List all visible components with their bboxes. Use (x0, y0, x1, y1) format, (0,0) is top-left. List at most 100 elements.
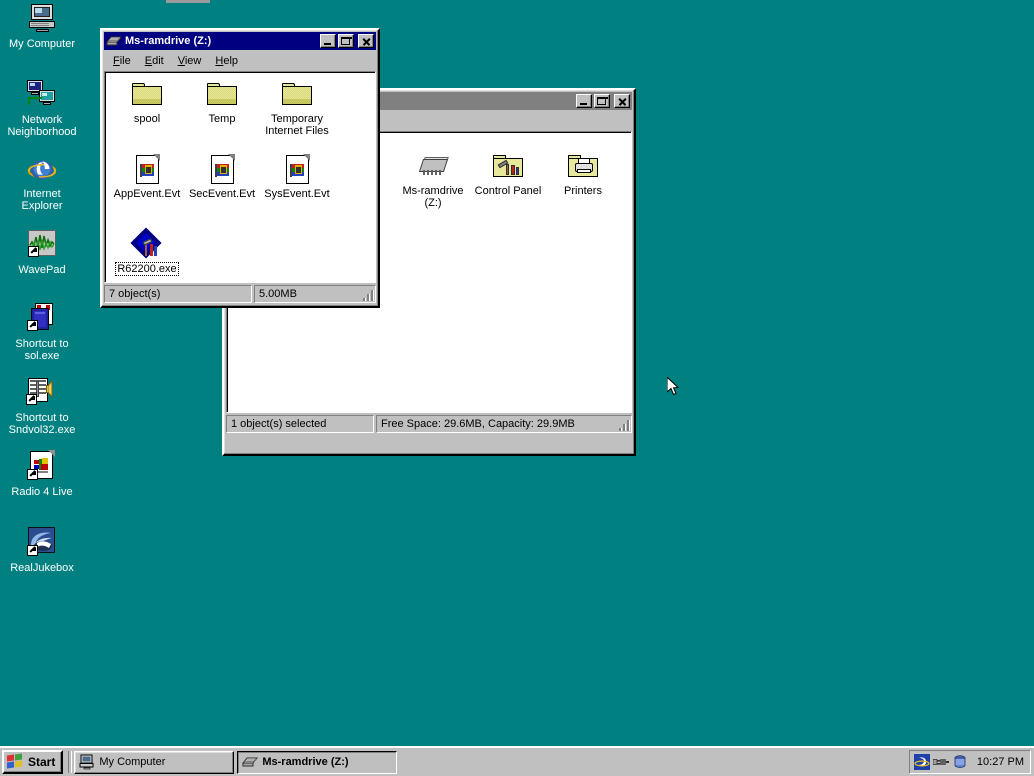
ms-ramdrive-window[interactable]: Ms-ramdrive (Z:) File Edit View Help spo… (100, 28, 380, 308)
item-label: SysEvent.Evt (264, 188, 330, 200)
desktop-icon-label: WavePad (18, 264, 66, 276)
start-button-label: Start (28, 755, 56, 769)
solitaire-icon (26, 302, 58, 334)
screen-top-strip (0, 0, 1034, 3)
window-statusbar: 7 object(s) 5.00MB (104, 285, 376, 303)
item-folder-temp[interactable]: Temp (184, 78, 260, 125)
start-button[interactable]: Start (2, 750, 64, 774)
desktop-icon-shortcut-to-sndvol32[interactable]: Shortcut to Sndvol32.exe (2, 376, 82, 436)
desktop-icon-network-neighborhood[interactable]: Network Neighborhood (2, 78, 82, 138)
item-file-secevent-evt[interactable]: SecEvent.Evt (184, 153, 260, 200)
folder-icon (281, 78, 313, 110)
taskbar-button-ms-ramdrive[interactable]: Ms-ramdrive (Z:) (237, 750, 398, 774)
minimize-button[interactable] (576, 94, 592, 108)
shortcut-arrow-icon (27, 320, 38, 331)
desktop-icon-label: RealJukebox (10, 562, 74, 574)
taskbar-button-my-computer[interactable]: My Computer (74, 750, 235, 774)
event-log-icon (206, 153, 238, 185)
taskbar-clock[interactable]: 10:27 PM (977, 756, 1024, 768)
top-strip-fragment (166, 0, 210, 3)
desktop-icon-radio-4-live[interactable]: Radio 4 Live (2, 450, 82, 498)
item-control-panel[interactable]: Control Panel (470, 150, 546, 197)
shortcut-arrow-icon (27, 469, 38, 480)
window-statusbar: 1 object(s) selected Free Space: 29.6MB,… (226, 415, 632, 433)
item-label: Temporary Internet Files (265, 113, 329, 137)
status-left: 7 object(s) (104, 285, 252, 303)
desktop-icon-wavepad[interactable]: WavePad (2, 228, 82, 276)
desktop-icon-my-computer[interactable]: My Computer (2, 2, 82, 50)
item-label: Control Panel (474, 185, 542, 197)
tray-network-drive-icon[interactable] (952, 754, 968, 770)
item-label: SecEvent.Evt (188, 188, 256, 200)
window-controls[interactable] (320, 34, 374, 48)
shortcut-arrow-icon (27, 545, 38, 556)
control-panel-icon (492, 150, 524, 182)
menu-edit[interactable]: Edit (138, 53, 171, 69)
item-label: Temp (208, 113, 236, 125)
status-left: 1 object(s) selected (226, 415, 374, 433)
wavepad-icon (26, 228, 58, 260)
desktop-icon-label: Internet Explorer (21, 188, 63, 212)
taskbar-separator (68, 751, 73, 773)
resize-grip[interactable] (618, 419, 631, 432)
item-file-sysevent-evt[interactable]: SysEvent.Evt (259, 153, 335, 200)
shortcut-arrow-icon (26, 394, 37, 405)
menu-help[interactable]: Help (208, 53, 245, 69)
ram-chip-icon (417, 150, 449, 182)
installer-icon (130, 227, 163, 260)
menu-file[interactable]: File (106, 53, 138, 69)
ramdrive-icon (242, 754, 259, 770)
item-folder-temporary-internet-files[interactable]: Temporary Internet Files (259, 78, 335, 137)
desktop-icon-label: Shortcut to sol.exe (15, 338, 69, 362)
window-titlebar[interactable]: Ms-ramdrive (Z:) (104, 32, 376, 50)
resize-grip[interactable] (362, 289, 375, 302)
item-label: R62200.exe (115, 262, 179, 276)
realjukebox-icon (26, 526, 58, 558)
desktop-icon-internet-explorer[interactable]: Internet Explorer (2, 152, 82, 212)
taskbar-button-label: Ms-ramdrive (Z:) (262, 756, 349, 768)
window-menubar[interactable]: File Edit View Help (104, 51, 376, 70)
maximize-button[interactable] (338, 34, 354, 48)
desktop-icon-label: Radio 4 Live (11, 486, 73, 498)
close-button[interactable] (614, 94, 630, 108)
item-label: AppEvent.Evt (113, 188, 181, 200)
tray-plug-icon[interactable] (932, 754, 949, 770)
tray-internet-explorer-icon[interactable] (913, 754, 930, 770)
window-client-area[interactable]: spool Temp Temporary Internet Files AppE… (104, 71, 376, 283)
item-file-appevent-evt[interactable]: AppEvent.Evt (109, 153, 185, 200)
item-file-r62200-exe[interactable]: R62200.exe (109, 227, 185, 276)
desktop-icon-shortcut-to-sol[interactable]: Shortcut to sol.exe (2, 302, 82, 362)
system-tray[interactable]: 10:27 PM (908, 750, 1031, 774)
window-title: Ms-ramdrive (Z:) (125, 35, 212, 47)
desktop-icon-label: Shortcut to Sndvol32.exe (8, 412, 76, 436)
realmedia-icon (26, 450, 58, 482)
item-label: Ms-ramdrive (Z:) (402, 185, 464, 209)
taskbar-button-label: My Computer (99, 756, 166, 768)
taskbar[interactable]: Start My Computer Ms-ramdrive (Z:) 10:27… (0, 746, 1034, 776)
event-log-icon (281, 153, 313, 185)
my-computer-icon (79, 754, 95, 770)
shortcut-arrow-icon (28, 246, 39, 257)
ie-icon (26, 152, 58, 184)
volume-control-icon (26, 376, 58, 408)
desktop[interactable]: My Computer Network Neighborhood Interne… (0, 0, 1034, 746)
mouse-pointer (667, 377, 679, 396)
item-ms-ramdrive-drive[interactable]: Ms-ramdrive (Z:) (395, 150, 471, 209)
item-label: Printers (564, 185, 602, 197)
item-printers[interactable]: Printers (545, 150, 621, 197)
maximize-button[interactable] (594, 94, 610, 108)
close-button[interactable] (358, 34, 374, 48)
window-controls[interactable] (576, 94, 630, 108)
folder-icon (206, 78, 238, 110)
windows-flag-icon (7, 753, 24, 770)
status-right: Free Space: 29.6MB, Capacity: 29.9MB (376, 415, 632, 433)
desktop-icon-label: Network Neighborhood (7, 114, 77, 138)
item-folder-spool[interactable]: spool (109, 78, 185, 125)
printers-icon (567, 150, 599, 182)
minimize-button[interactable] (320, 34, 336, 48)
menu-view[interactable]: View (171, 53, 209, 69)
event-log-icon (131, 153, 163, 185)
desktop-icon-realjukebox[interactable]: RealJukebox (2, 526, 82, 574)
status-right: 5.00MB (254, 285, 376, 303)
network-icon (26, 78, 58, 110)
